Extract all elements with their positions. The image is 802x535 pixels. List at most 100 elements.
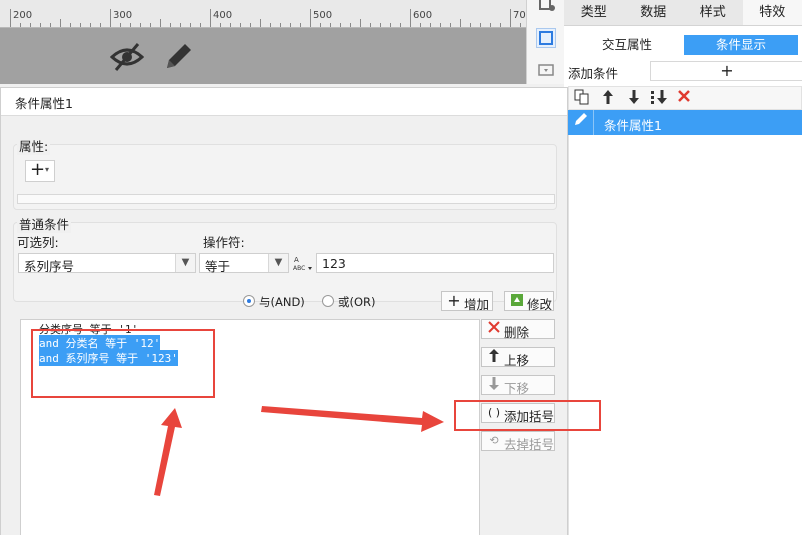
modify-button[interactable]: 修改 (504, 291, 554, 312)
effects-subtabs: 交互属性 条件显示 (570, 35, 798, 55)
ruler-tick (10, 9, 11, 27)
condition-list-item[interactable]: 条件属性1 (568, 110, 802, 135)
ruler-tick (40, 23, 41, 27)
arrow-up-icon[interactable] (599, 89, 617, 107)
ruler-tick (210, 9, 211, 27)
ruler-tick (180, 23, 181, 27)
value-type-icon[interactable]: A ABC (292, 253, 314, 273)
ruler-tick (170, 23, 171, 27)
add-condition-row: 添加条件 + (568, 61, 802, 81)
ruler-tick (480, 23, 481, 27)
dialog-title: 条件属性1 (15, 96, 73, 111)
arrow-down-icon[interactable] (625, 89, 643, 107)
ruler-tick (280, 23, 281, 27)
ruler-tick (90, 23, 91, 27)
ruler-tick (390, 23, 391, 27)
ruler-tick (300, 23, 301, 27)
property-list[interactable] (17, 194, 555, 204)
ruler-tick (400, 23, 401, 27)
operator-label: 操作符: (203, 235, 245, 250)
ruler-tick (100, 23, 101, 27)
ruler-mark: 400 (213, 10, 233, 21)
ruler-tick (240, 23, 241, 27)
ruler-mark: 200 (13, 10, 33, 21)
add-condition-label: 添加条件 (568, 66, 619, 81)
ruler-tick (360, 19, 361, 27)
ruler-mark: 700 (513, 10, 526, 21)
panel-icon[interactable] (536, 60, 556, 80)
x-icon (487, 321, 501, 337)
horizontal-ruler: 200 300 400 500 600 700 (0, 0, 526, 28)
add-property-button[interactable]: + ▾ (25, 159, 55, 182)
move-down-button[interactable]: 下移 (481, 375, 555, 396)
widget-icon[interactable] (536, 0, 556, 16)
ruler-tick (130, 23, 131, 27)
delete-button[interactable]: 删除 (481, 319, 555, 340)
ruler-tick (230, 23, 231, 27)
vertical-toolbar (526, 0, 564, 84)
add-condition-button[interactable]: + (650, 61, 802, 81)
add-button[interactable]: + 增加 (441, 291, 493, 312)
tab-type[interactable]: 类型 (564, 0, 624, 25)
ruler-tick (430, 23, 431, 27)
annotation-box-add-parentheses (454, 400, 601, 431)
ruler-tick (380, 23, 381, 27)
condition-dialog: 条件属性1 属性: + ▾ 普通条件 可选列: 操作符: 系列序号 ▼ 等于 ▼… (0, 87, 568, 535)
ruler-tick (250, 23, 251, 27)
copy-icon[interactable] (573, 89, 591, 107)
ruler-tick (350, 23, 351, 27)
ruler-tick (260, 19, 261, 27)
property-tabs: 类型 数据 样式 特效 (564, 0, 802, 26)
pencil-icon[interactable] (163, 40, 193, 72)
ruler-tick (370, 23, 371, 27)
plus-icon: + (447, 291, 461, 310)
move-to-bottom-icon[interactable] (649, 89, 671, 107)
ruler-tick (20, 23, 21, 27)
canvas-surface (0, 28, 526, 84)
or-radio[interactable] (322, 295, 334, 307)
frame-icon[interactable] (536, 28, 556, 48)
ruler-mark: 600 (413, 10, 433, 21)
normal-condition-title: 普通条件 (17, 214, 72, 233)
tab-data[interactable]: 数据 (624, 0, 684, 25)
ruler-tick (460, 19, 461, 27)
annotation-box-expressions (31, 329, 215, 398)
edit-pencil-icon[interactable] (568, 110, 594, 135)
ruler-tick (420, 23, 421, 27)
effects-panel: 交互属性 条件显示 添加条件 + 条件属性1 (564, 26, 802, 535)
subtab-conditional-display[interactable]: 条件显示 (684, 35, 798, 55)
ruler-tick (270, 23, 271, 27)
chevron-down-icon: ▼ (175, 254, 195, 272)
remove-parentheses-button[interactable]: ⟲ 去掉括号 (481, 431, 555, 452)
ruler-tick (290, 23, 291, 27)
ruler-tick (70, 23, 71, 27)
ruler-tick (340, 23, 341, 27)
ruler-tick (150, 23, 151, 27)
ruler-tick (490, 23, 491, 27)
ruler-tick (470, 23, 471, 27)
ruler-tick (120, 23, 121, 27)
condition-list (568, 135, 802, 535)
ruler-tick (160, 19, 161, 27)
ruler-tick (510, 9, 511, 27)
value-input[interactable]: 123 (316, 253, 554, 273)
caret-down-icon: ▾ (45, 165, 50, 174)
tab-style[interactable]: 样式 (683, 0, 743, 25)
column-select[interactable]: 系列序号 ▼ (18, 253, 196, 274)
or-radio-label[interactable]: 或(OR) (338, 294, 376, 310)
property-group-title: 属性: (17, 136, 51, 155)
ruler-tick (450, 23, 451, 27)
ruler-tick (310, 9, 311, 27)
and-radio[interactable] (243, 295, 255, 307)
design-canvas[interactable] (0, 28, 526, 84)
and-radio-label[interactable]: 与(AND) (259, 294, 305, 310)
subtab-interaction[interactable]: 交互属性 (570, 35, 684, 55)
operator-select[interactable]: 等于 ▼ (199, 253, 289, 274)
tab-effects[interactable]: 特效 (742, 0, 802, 25)
arrow-up-icon (487, 349, 501, 366)
ruler-tick (520, 23, 521, 27)
delete-condition-icon[interactable] (675, 89, 693, 107)
ruler-tick (110, 9, 111, 27)
move-up-button[interactable]: 上移 (481, 347, 555, 368)
eye-slash-icon[interactable] (110, 41, 144, 73)
